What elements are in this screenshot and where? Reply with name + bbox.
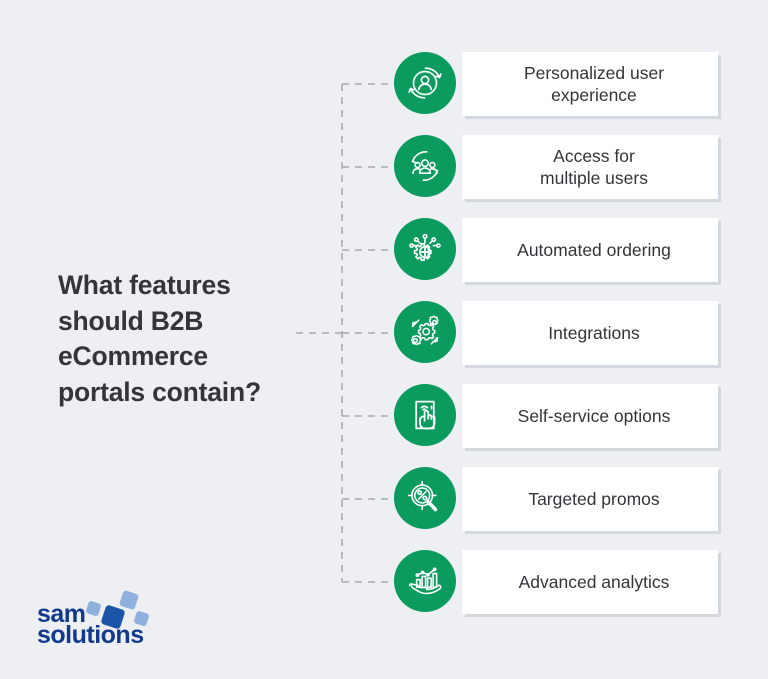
gear-circuit-plus-icon [394,218,456,280]
feature-card[interactable]: Advanced analytics [462,550,718,614]
feature-label-line-2: multiple users [540,168,648,188]
feature-card[interactable]: Targeted promos [462,467,718,531]
page-title-line-1: What features [58,270,231,300]
feature-row[interactable]: Targeted promos [394,467,718,531]
user-refresh-icon [394,52,456,114]
feature-label: Integrations [548,322,639,344]
sam-solutions-logo: sam solutions [37,590,149,648]
feature-label: Automated ordering [517,239,671,261]
feature-row[interactable]: Personalized user experience [394,52,718,116]
feature-label: Self-service options [518,405,671,427]
magnifier-percent-target-icon [394,467,456,529]
feature-row[interactable]: Access for multiple users [394,135,718,199]
page-title: What features should B2B eCommerce porta… [58,268,318,410]
page-title-line-2: should B2B [58,305,204,336]
feature-label-line-1: Advanced analytics [518,572,670,592]
page-title-line-4: portals contain? [58,376,261,407]
page-title-line-3: eCommerce [58,341,208,371]
feature-label-line-1: Personalized user [523,63,665,83]
feature-label: Targeted promos [528,488,659,510]
feature-card[interactable]: Self-service options [462,384,718,448]
hand-tap-phone-icon [394,384,456,446]
feature-row[interactable]: Automated ordering [394,218,718,282]
feature-label-line-1: Targeted promos [528,489,660,509]
feature-label-line-1: Integrations [548,323,640,343]
user-group-refresh-icon [394,135,456,197]
feature-label: Access for multiple users [540,145,648,189]
feature-card[interactable]: Automated ordering [462,218,718,282]
feature-row[interactable]: Advanced analytics [394,550,718,614]
feature-label-line-1: Automated ordering [517,240,671,260]
feature-label: Advanced analytics [519,571,670,593]
feature-row[interactable]: Self-service options [394,384,718,448]
feature-label-line-2: experience [551,85,637,105]
feature-label-line-1: Access for [553,146,635,166]
feature-card[interactable]: Personalized user experience [462,52,718,116]
feature-label: Personalized user experience [524,62,664,106]
feature-label-line-1: Self-service options [517,406,671,426]
multiple-gears-icon [394,301,456,363]
logo-text-solutions: solutions [37,621,144,648]
infographic-canvas: What features should B2B eCommerce porta… [0,0,768,679]
feature-card[interactable]: Integrations [462,301,718,365]
feature-card[interactable]: Access for multiple users [462,135,718,199]
hand-bar-chart-icon [394,550,456,612]
feature-row[interactable]: Integrations [394,301,718,365]
